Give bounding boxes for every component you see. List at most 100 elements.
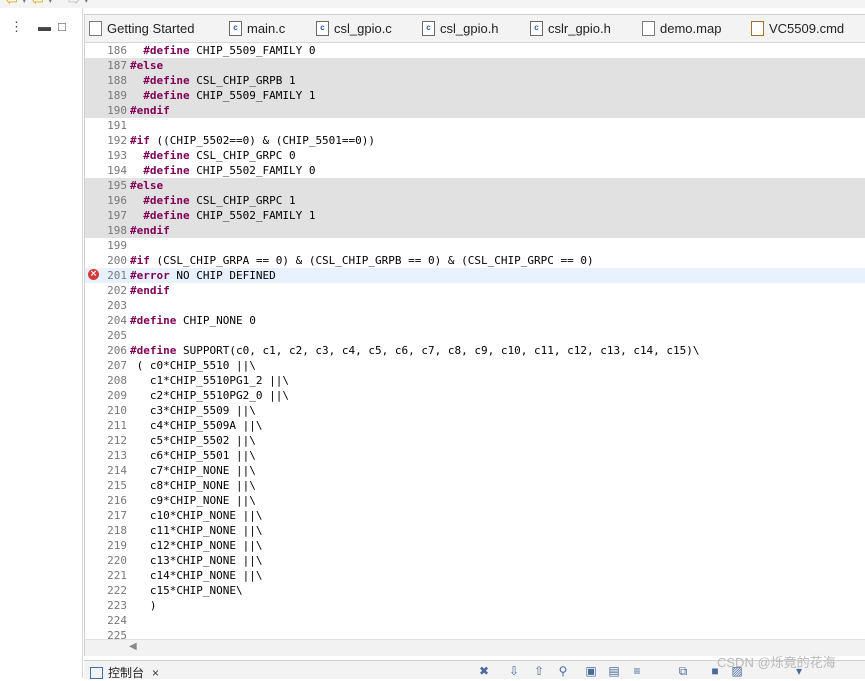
- code-line[interactable]: × 201 #error NO CHIP DEFINED: [85, 268, 865, 283]
- code-text: c4*CHIP_5509A ||\: [130, 419, 263, 432]
- code-line[interactable]: 222 c15*CHIP_NONE\: [85, 583, 865, 598]
- code-line[interactable]: 190 #endif: [85, 103, 865, 118]
- code-line[interactable]: 212 c5*CHIP_5502 ||\: [85, 433, 865, 448]
- code-line[interactable]: 221 c14*CHIP_NONE ||\: [85, 568, 865, 583]
- code-line[interactable]: 198 #endif: [85, 223, 865, 238]
- display-selected-icon[interactable]: ▣: [584, 664, 598, 678]
- code-line[interactable]: 220 c13*CHIP_NONE ||\: [85, 553, 865, 568]
- code-line[interactable]: 197 #define CHIP_5502_FAMILY 1: [85, 208, 865, 223]
- new-console-icon[interactable]: ▤: [607, 664, 621, 678]
- line-number: 188: [107, 74, 127, 87]
- line-number: 221: [107, 569, 127, 582]
- code-text: #else: [130, 179, 164, 192]
- line-number: 207: [107, 359, 127, 372]
- line-number: 195: [107, 179, 127, 192]
- minimize-icon[interactable]: ▬: [38, 20, 51, 33]
- code-line[interactable]: 193 #define CSL_CHIP_GRPC 0: [85, 148, 865, 163]
- tab-demo-map[interactable]: demo.map: [642, 15, 721, 42]
- code-line[interactable]: 218 c11*CHIP_NONE ||\: [85, 523, 865, 538]
- code-text: #error NO CHIP DEFINED: [130, 269, 276, 282]
- code-line[interactable]: 196 #define CSL_CHIP_GRPC 1: [85, 193, 865, 208]
- code-line[interactable]: 225: [85, 628, 865, 639]
- dropdown-icon[interactable]: ▾: [84, 0, 89, 7]
- tab-label: cslr_gpio.h: [548, 21, 611, 36]
- code-line[interactable]: 204 #define CHIP_NONE 0: [85, 313, 865, 328]
- code-line[interactable]: 206 #define SUPPORT(c0, c1, c2, c3, c4, c…: [85, 343, 865, 358]
- code-line[interactable]: 210 c3*CHIP_5509 ||\: [85, 403, 865, 418]
- left-panel: ⋮ ▬ □: [0, 8, 83, 678]
- watermark: CSDN @烁竟的花海: [717, 655, 836, 670]
- navigate-back-icon[interactable]: ⇦: [6, 0, 18, 7]
- code-text: c10*CHIP_NONE ||\: [130, 509, 263, 522]
- line-number: 210: [107, 404, 127, 417]
- code-line[interactable]: 223 ): [85, 598, 865, 613]
- view-menu-icon[interactable]: ⋮: [10, 20, 23, 33]
- line-number: 222: [107, 584, 127, 597]
- remove-icon[interactable]: ✖: [477, 664, 491, 678]
- tab-csl-gpio-c[interactable]: c csl_gpio.c: [316, 15, 392, 42]
- code-line[interactable]: 215 c8*CHIP_NONE ||\: [85, 478, 865, 493]
- code-line[interactable]: 208 c1*CHIP_5510PG1_2 ||\: [85, 373, 865, 388]
- code-text: c14*CHIP_NONE ||\: [130, 569, 263, 582]
- code-line[interactable]: 203: [85, 298, 865, 313]
- line-number: 208: [107, 374, 127, 387]
- tab-cslr-gpio-h[interactable]: c cslr_gpio.h: [530, 15, 611, 42]
- code-line[interactable]: 188 #define CSL_CHIP_GRPB 1: [85, 73, 865, 88]
- code-line[interactable]: 209 c2*CHIP_5510PG2_0 ||\: [85, 388, 865, 403]
- code-text: c1*CHIP_5510PG1_2 ||\: [130, 374, 289, 387]
- code-line[interactable]: 192 #if ((CHIP_5502==0) & (CHIP_5501==0)): [85, 133, 865, 148]
- tab-console[interactable]: 控制台 ×: [90, 664, 159, 681]
- code-line[interactable]: 213 c6*CHIP_5501 ||\: [85, 448, 865, 463]
- code-line[interactable]: 219 c12*CHIP_NONE ||\: [85, 538, 865, 553]
- code-line[interactable]: 211 c4*CHIP_5509A ||\: [85, 418, 865, 433]
- tab-csl-gpio-h[interactable]: c csl_gpio.h: [422, 15, 499, 42]
- scroll-down-icon[interactable]: ⇩: [507, 664, 521, 678]
- code-line[interactable]: 202 #endif: [85, 283, 865, 298]
- navigate-previous-edit-icon[interactable]: ⇦: [32, 0, 44, 7]
- code-line[interactable]: 186 #define CHIP_5509_FAMILY 0: [85, 43, 865, 58]
- code-line[interactable]: 217 c10*CHIP_NONE ||\: [85, 508, 865, 523]
- code-line[interactable]: 187 #else: [85, 58, 865, 73]
- code-line[interactable]: 216 c9*CHIP_NONE ||\: [85, 493, 865, 508]
- line-number: 205: [107, 329, 127, 342]
- line-number: 220: [107, 554, 127, 567]
- line-number: 216: [107, 494, 127, 507]
- tab-vc5509-cmd[interactable]: VC5509.cmd: [751, 15, 844, 42]
- code-line[interactable]: 199: [85, 238, 865, 253]
- line-number: 189: [107, 89, 127, 102]
- code-text: c5*CHIP_5502 ||\: [130, 434, 256, 447]
- code-text: #endif: [130, 224, 170, 237]
- code-line[interactable]: 189 #define CHIP_5509_FAMILY 1: [85, 88, 865, 103]
- close-icon[interactable]: ×: [152, 666, 159, 680]
- dropdown-icon[interactable]: ▾: [22, 0, 27, 7]
- line-number: 215: [107, 479, 127, 492]
- code-line[interactable]: 214 c7*CHIP_NONE ||\: [85, 463, 865, 478]
- maximize-icon[interactable]: □: [58, 20, 66, 33]
- code-line[interactable]: 191: [85, 118, 865, 133]
- code-view[interactable]: 186 #define CHIP_5509_FAMILY 0 187 #else 18…: [85, 43, 865, 639]
- tab-getting-started[interactable]: Getting Started: [89, 15, 194, 42]
- code-line[interactable]: 207 ( c0*CHIP_5510 ||\: [85, 358, 865, 373]
- scroll-up-icon[interactable]: ⇧: [532, 664, 546, 678]
- line-number: 200: [107, 254, 127, 267]
- code-text: c2*CHIP_5510PG2_0 ||\: [130, 389, 289, 402]
- code-line[interactable]: 195 #else: [85, 178, 865, 193]
- open-console-icon[interactable]: ⧉: [676, 664, 690, 678]
- tab-main-c[interactable]: c main.c: [229, 15, 285, 42]
- word-wrap-icon[interactable]: ≡: [630, 664, 644, 678]
- code-line[interactable]: 200 #if (CSL_CHIP_GRPA == 0) & (CSL_CHIP_…: [85, 253, 865, 268]
- c-file-icon: c: [530, 21, 543, 36]
- code-text: c7*CHIP_NONE ||\: [130, 464, 256, 477]
- code-line[interactable]: 205: [85, 328, 865, 343]
- scroll-left-icon[interactable]: ◀: [129, 641, 137, 652]
- c-file-icon: c: [422, 21, 435, 36]
- code-text: #if ((CHIP_5502==0) & (CHIP_5501==0)): [130, 134, 376, 147]
- navigate-forward-icon[interactable]: ⇨: [68, 0, 80, 7]
- line-number: 209: [107, 389, 127, 402]
- code-line[interactable]: 194 #define CHIP_5502_FAMILY 0: [85, 163, 865, 178]
- line-number: 194: [107, 164, 127, 177]
- pin-icon[interactable]: ⚲: [556, 664, 570, 678]
- dropdown-icon[interactable]: ▾: [48, 0, 53, 7]
- line-number: 213: [107, 449, 127, 462]
- code-line[interactable]: 224: [85, 613, 865, 628]
